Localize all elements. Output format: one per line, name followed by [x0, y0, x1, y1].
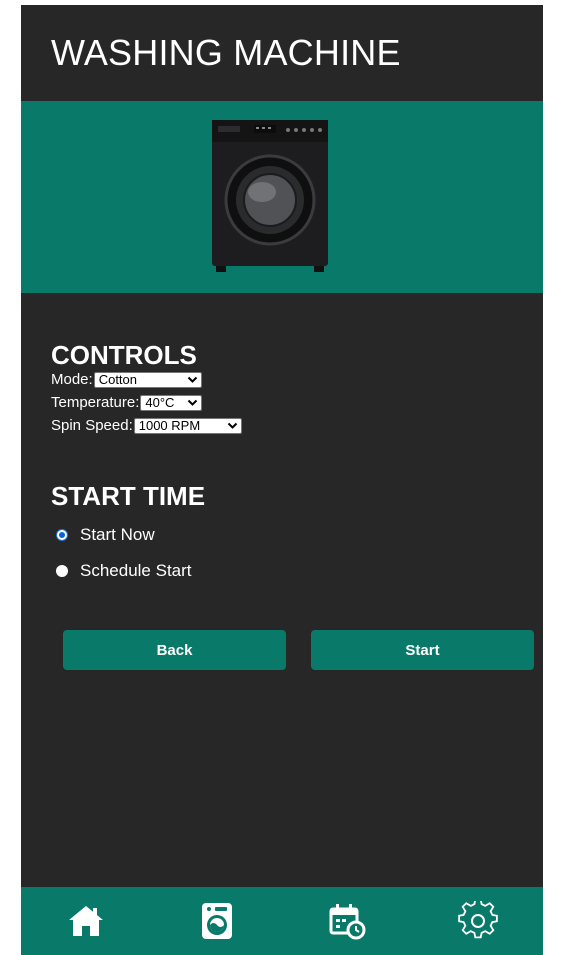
chevron-down-icon: [188, 399, 198, 406]
temperature-label: Temperature:: [51, 394, 140, 411]
chevron-down-icon: [187, 376, 197, 383]
washing-machine-icon: [201, 903, 232, 939]
spin-speed-label: Spin Speed:: [51, 417, 133, 434]
spin-speed-row: Spin Speed: 1000 RPM: [51, 414, 242, 437]
nav-washing-machine[interactable]: [187, 891, 247, 951]
nav-schedule[interactable]: [317, 891, 377, 951]
nav-settings[interactable]: [448, 891, 508, 951]
calendar-clock-icon: [329, 904, 366, 940]
spin-speed-select-value: 1000 RPM: [138, 417, 201, 433]
bottom-navbar: [21, 887, 543, 955]
schedule-start-radio[interactable]: [56, 565, 68, 577]
header: WASHING MACHINE: [21, 5, 543, 101]
app-container: WASHING MACHINE CONTROLS Mode: Cotton Te…: [21, 5, 543, 955]
nav-home[interactable]: [56, 891, 116, 951]
chevron-down-icon: [227, 422, 237, 429]
back-button[interactable]: Back: [63, 630, 286, 670]
temperature-row: Temperature: 40°C: [51, 391, 242, 414]
mode-select-value: Cotton: [98, 371, 138, 387]
hero-banner: [21, 101, 543, 293]
start-button[interactable]: Start: [311, 630, 534, 670]
controls-section: CONTROLS Mode: Cotton Temperature: 40°C …: [51, 342, 242, 437]
start-now-radio[interactable]: [56, 529, 68, 541]
page-title: WASHING MACHINE: [51, 32, 401, 73]
mode-label: Mode:: [51, 371, 93, 388]
temperature-select[interactable]: 40°C: [140, 394, 203, 411]
start-now-label: Start Now: [80, 525, 155, 544]
home-icon: [69, 906, 104, 936]
settings-gear-icon: [457, 901, 498, 939]
start-time-section: START TIME Start Now Schedule Start: [51, 483, 205, 589]
mode-select[interactable]: Cotton: [93, 371, 202, 388]
start-now-option[interactable]: Start Now: [56, 517, 205, 553]
temperature-select-value: 40°C: [145, 394, 175, 410]
mode-row: Mode: Cotton: [51, 368, 242, 391]
washing-machine-image: [212, 120, 328, 272]
controls-title: CONTROLS: [51, 340, 197, 370]
start-time-title: START TIME: [51, 481, 206, 511]
schedule-start-option[interactable]: Schedule Start: [56, 553, 205, 589]
spin-speed-select[interactable]: 1000 RPM: [133, 417, 242, 434]
schedule-start-label: Schedule Start: [80, 561, 192, 580]
